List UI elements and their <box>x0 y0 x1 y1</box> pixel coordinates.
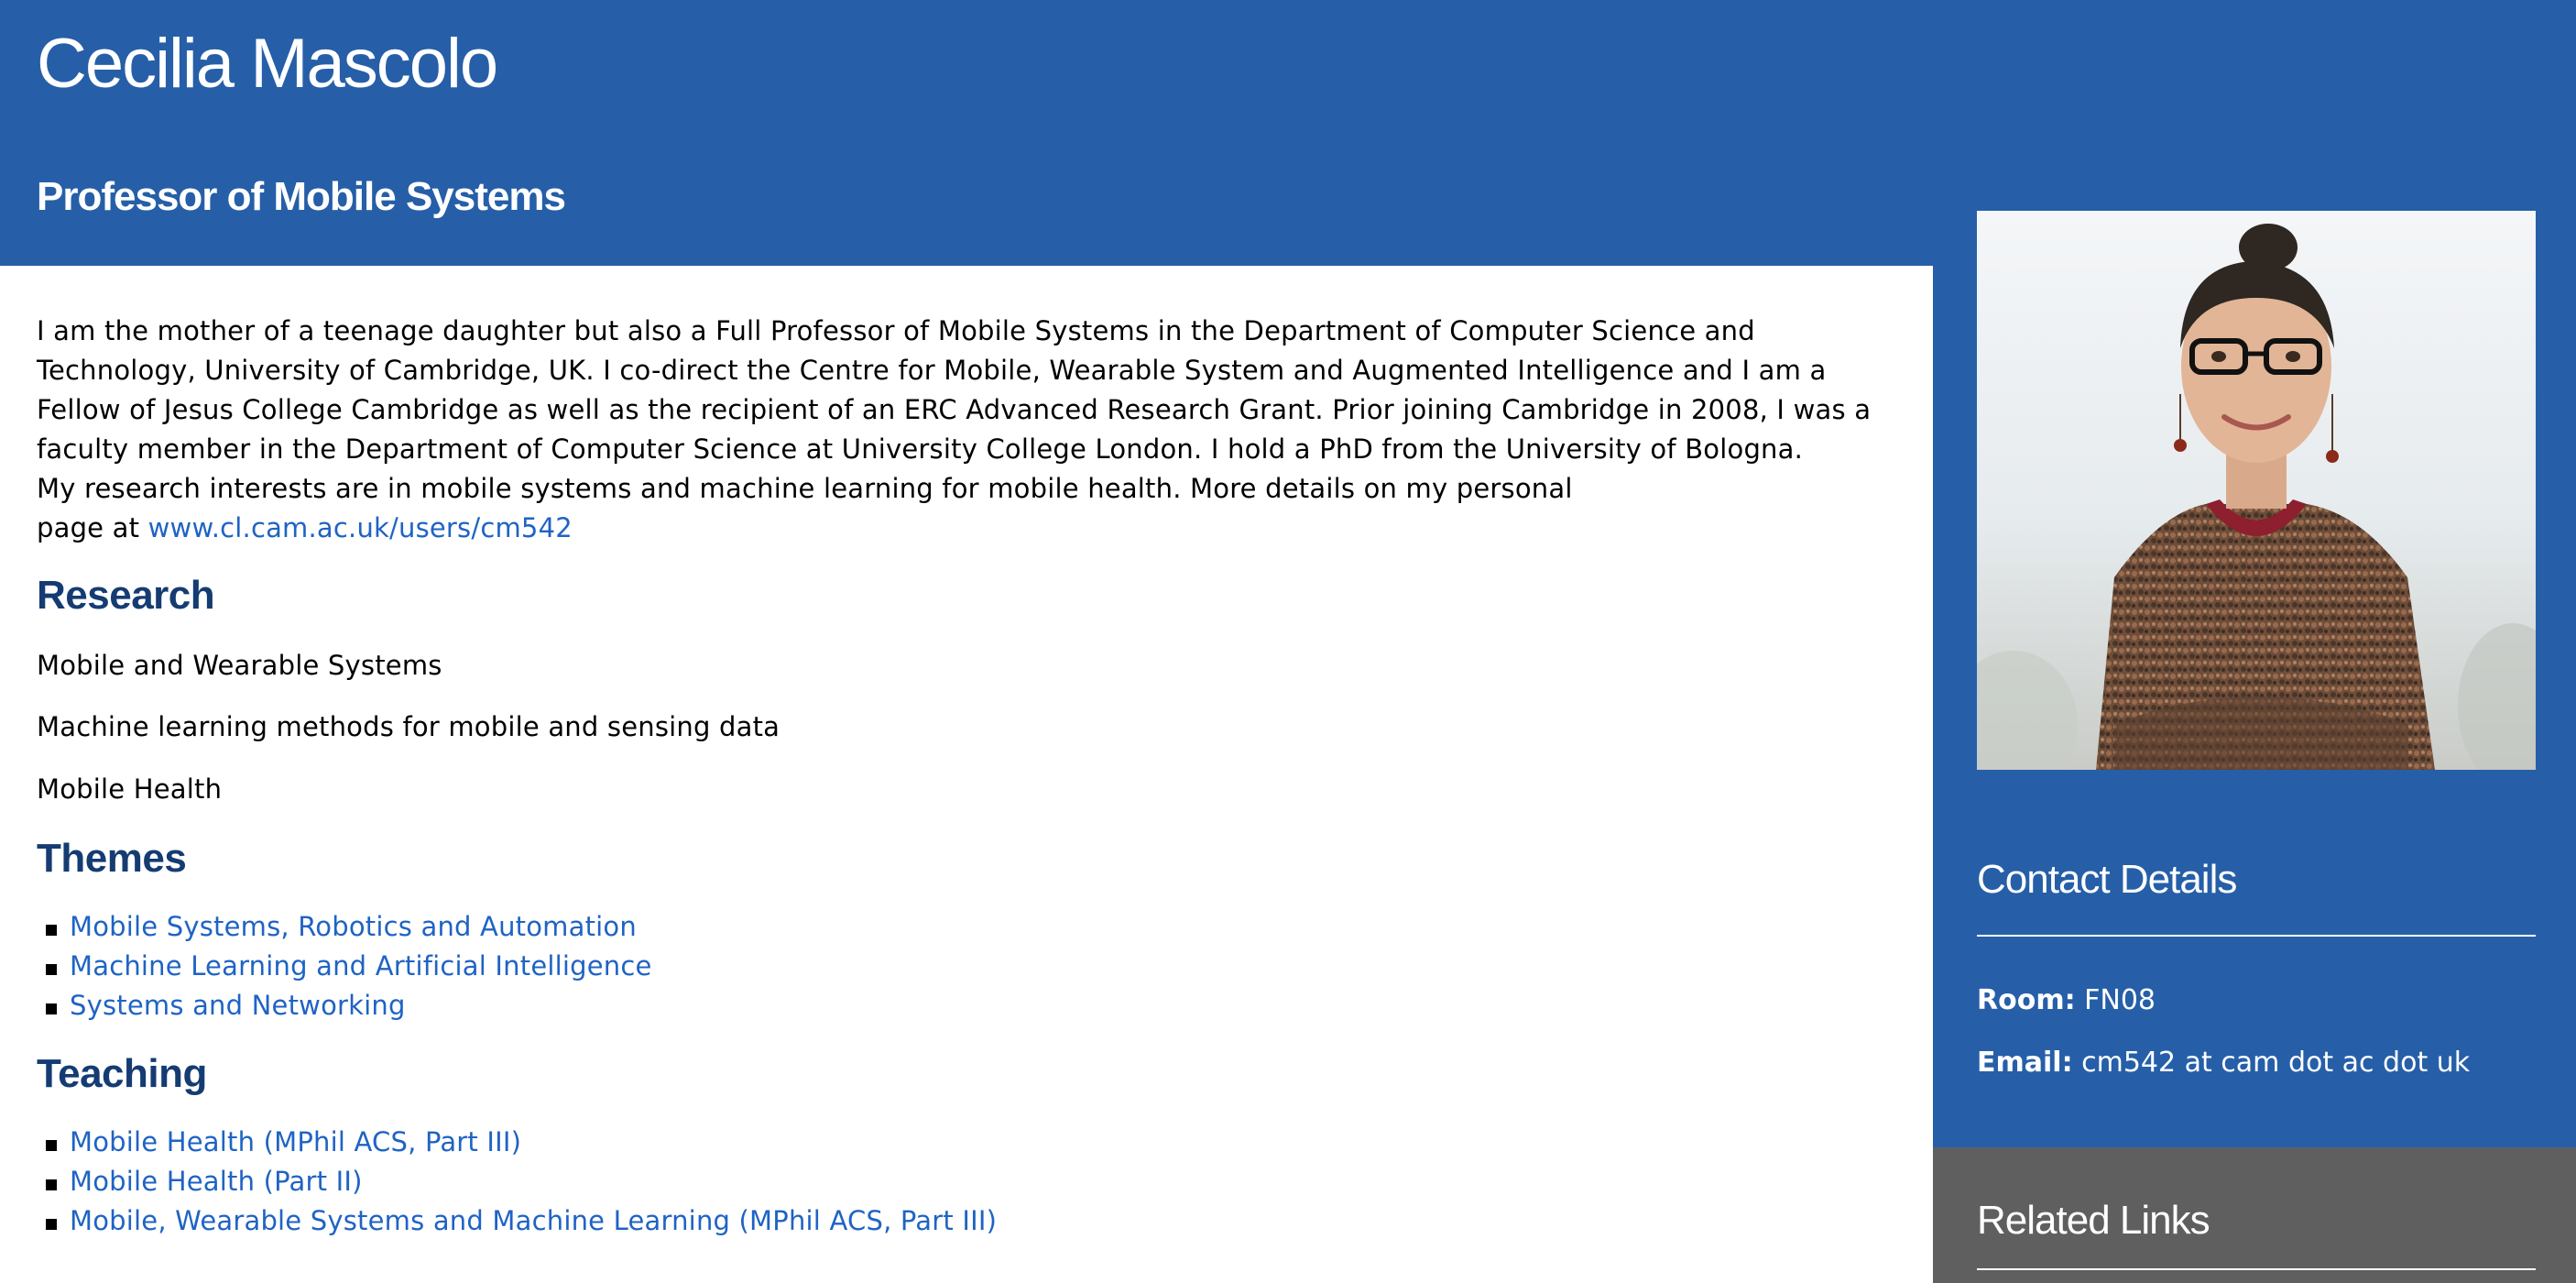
themes-heading: Themes <box>37 836 187 881</box>
person-name: Cecilia Mascolo <box>37 25 498 103</box>
sidebar: Contact Details Room: FN08 Email: cm542 … <box>1933 0 2576 1147</box>
research-item: Mobile and Wearable Systems <box>37 650 442 681</box>
bio-page-prefix: page at <box>37 512 148 543</box>
list-item: Mobile Health (Part II) <box>37 1162 997 1201</box>
room-line: Room: FN08 <box>1977 981 2156 1021</box>
room-value: FN08 <box>2084 984 2156 1016</box>
square-bullet-icon <box>46 1218 57 1230</box>
related-divider <box>1977 1268 2536 1270</box>
email-value: cm542 at cam dot ac dot uk <box>2081 1047 2471 1079</box>
teaching-list: Mobile Health (MPhil ACS, Part III) Mobi… <box>37 1123 997 1241</box>
square-bullet-icon <box>46 1003 57 1014</box>
related-links-panel: Related Links <box>1933 1147 2576 1283</box>
personal-page-link[interactable]: www.cl.cam.ac.uk/users/cm542 <box>148 512 573 543</box>
list-item: Mobile, Wearable Systems and Machine Lea… <box>37 1201 997 1241</box>
list-item: Mobile Health (MPhil ACS, Part III) <box>37 1123 997 1162</box>
theme-link[interactable]: Systems and Networking <box>70 990 406 1021</box>
square-bullet-icon <box>46 924 57 936</box>
research-item: Mobile Health <box>37 773 223 805</box>
list-item: Systems and Networking <box>37 986 652 1025</box>
teaching-link[interactable]: Mobile, Wearable Systems and Machine Lea… <box>70 1205 997 1236</box>
contact-details-heading: Contact Details <box>1977 857 2237 902</box>
biography: I am the mother of a teenage daughter bu… <box>37 312 1905 548</box>
contact-divider <box>1977 935 2536 937</box>
room-label: Room: <box>1977 984 2076 1016</box>
themes-list: Mobile Systems, Robotics and Automation … <box>37 907 652 1025</box>
list-item: Mobile Systems, Robotics and Automation <box>37 907 652 947</box>
theme-link[interactable]: Mobile Systems, Robotics and Automation <box>70 911 637 942</box>
square-bullet-icon <box>46 1139 57 1151</box>
research-item: Machine learning methods for mobile and … <box>37 711 780 742</box>
bio-line: Technology, University of Cambridge, UK.… <box>37 355 1827 386</box>
main-content: I am the mother of a teenage daughter bu… <box>0 266 1933 1283</box>
teaching-link[interactable]: Mobile Health (MPhil ACS, Part III) <box>70 1126 521 1157</box>
job-title: Professor of Mobile Systems <box>37 174 566 219</box>
email-label: Email: <box>1977 1047 2073 1079</box>
research-heading: Research <box>37 573 215 618</box>
bio-line: I am the mother of a teenage daughter bu… <box>37 315 1755 346</box>
theme-link[interactable]: Machine Learning and Artificial Intellig… <box>70 950 652 981</box>
square-bullet-icon <box>46 1179 57 1190</box>
bio-line: Fellow of Jesus College Cambridge as wel… <box>37 394 1872 425</box>
teaching-heading: Teaching <box>37 1051 207 1096</box>
bio-line: faculty member in the Department of Comp… <box>37 433 1804 465</box>
profile-photo <box>1977 211 2536 770</box>
bio-line-personal-page: page at www.cl.cam.ac.uk/users/cm542 <box>37 509 1905 548</box>
related-links-heading: Related Links <box>1977 1198 2210 1243</box>
email-line: Email: cm542 at cam dot ac dot uk <box>1977 1043 2470 1083</box>
square-bullet-icon <box>46 963 57 975</box>
list-item: Machine Learning and Artificial Intellig… <box>37 947 652 986</box>
teaching-link[interactable]: Mobile Health (Part II) <box>70 1166 363 1197</box>
bio-line: My research interests are in mobile syst… <box>37 473 1573 504</box>
portrait-illustration <box>1977 211 2536 770</box>
